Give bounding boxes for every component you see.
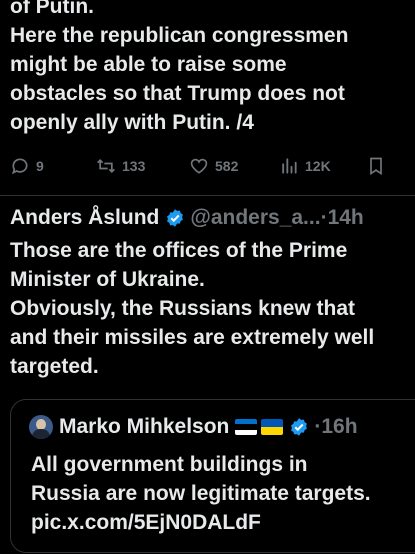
tweet-text-line: Here the republican congressmen [10,24,349,47]
quoted-tweet-timestamp[interactable]: 16h [321,415,357,439]
author-name[interactable]: Anders Åslund [10,206,159,230]
separator-dot: · [314,415,322,438]
tweet-text-line: of Putin. [10,0,94,18]
tweet-text-line: and their missiles are extremely well [10,326,375,349]
tweet-timestamp[interactable]: 14h [328,206,364,230]
tweet-text-line: targeted. [10,355,99,378]
repost-button[interactable]: 133 [96,151,145,181]
reply-icon [11,158,28,175]
like-count: 582 [215,158,239,174]
views-button[interactable]: 12K [279,151,331,181]
previous-tweet-text: of Putin. Here the republican congressme… [10,0,410,137]
reply-button[interactable]: 9 [10,151,44,181]
tweet-divider [0,195,415,196]
bookmark-icon [370,157,382,176]
quoted-tweet-header: Marko Mihkelson · 16h [29,413,358,441]
tweet-text-line: openly ally with Putin. /4 [10,111,254,134]
tweet-text-line: Obviously, the Russians knew that [10,297,356,320]
repost-count: 133 [122,158,146,174]
tweet-text-line: might be able to raise some [10,53,287,76]
tweet-text: Those are the offices of the Prime Minis… [10,236,415,381]
quoted-author-name[interactable]: Marko Mihkelson [59,415,229,439]
quoted-tweet-text: All government buildings in Russia are n… [31,450,371,537]
repost-icon [97,158,115,174]
like-button[interactable]: 582 [189,151,238,181]
tweet-header: Anders Åslund @anders_a... · 14h [10,203,364,233]
analytics-icon [282,158,297,174]
tweet-text-line: obstacles so that Trump does not [10,82,345,105]
tweet-text-line: Those are the offices of the Prime [10,239,348,262]
tweet-text-line: Minister of Ukraine. [10,268,205,291]
heart-icon [190,158,208,174]
author-handle[interactable]: @anders_a... [190,206,320,230]
reply-count: 9 [36,158,44,174]
verified-badge-icon [167,209,184,227]
media-link[interactable]: pic.x.com/5EjN0DALdF [31,508,371,537]
view-count: 12K [305,158,331,174]
bookmark-button[interactable] [366,151,392,181]
ukraine-flag-icon [261,419,284,435]
separator-dot: · [320,206,328,229]
tweet-text-line: Russia are now legitimate targets. [31,482,371,505]
verified-badge-icon [291,418,308,436]
avatar[interactable] [29,415,53,439]
quoted-tweet-card[interactable]: Marko Mihkelson · 16h All government bui… [10,399,415,553]
estonia-flag-icon [235,419,258,435]
tweet-text-line: All government buildings in [31,453,308,476]
tweet-action-bar: 9 133 582 12K [0,151,415,181]
